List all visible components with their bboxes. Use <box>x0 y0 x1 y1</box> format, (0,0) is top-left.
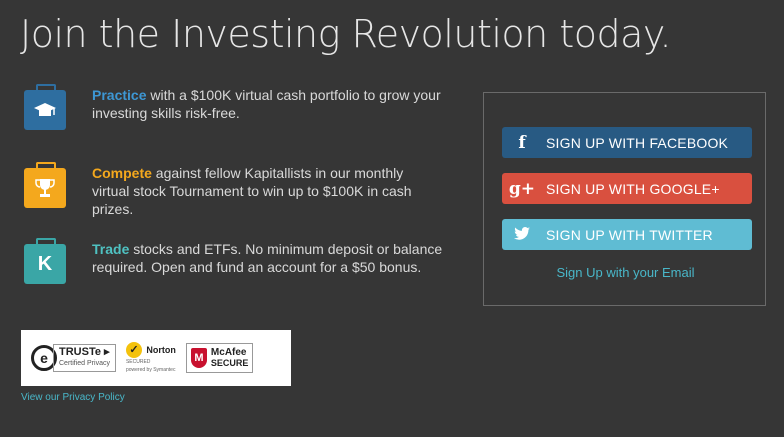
feature-trade: K Trade stocks and ETFs. No minimum depo… <box>24 238 444 286</box>
twitter-signup-button[interactable]: SIGN UP WITH TWITTER <box>502 219 752 250</box>
email-signup-link[interactable]: Sign Up with your Email <box>484 265 767 280</box>
feature-compete-keyword: Compete <box>92 165 152 181</box>
norton-check-icon: ✓ <box>125 342 142 358</box>
google-signup-button[interactable]: g+ SIGN UP WITH GOOGLE+ <box>502 173 752 204</box>
trust-badges: e TRUSTe ▸ Certified Privacy ✓ Norton SE… <box>21 330 291 386</box>
feature-practice-text: Practice with a $100K virtual cash portf… <box>92 86 444 122</box>
norton-title: Norton <box>146 345 176 355</box>
feature-trade-description: stocks and ETFs. No minimum deposit or b… <box>92 241 443 275</box>
k-letter-icon: K <box>24 238 66 286</box>
feature-compete-text: Compete against fellow Kapitallists in o… <box>92 164 444 218</box>
truste-subtitle: Certified Privacy <box>59 360 110 367</box>
feature-practice: Practice with a $100K virtual cash portf… <box>24 84 444 132</box>
google-plus-icon: g+ <box>508 178 536 199</box>
feature-compete: Compete against fellow Kapitallists in o… <box>24 162 444 218</box>
norton-secured: SECURED <box>125 359 151 365</box>
twitter-bird-icon <box>502 225 542 245</box>
trophy-icon <box>24 162 66 210</box>
twitter-signup-label: SIGN UP WITH TWITTER <box>546 226 713 243</box>
mcafee-badge[interactable]: M McAfee SECURE <box>185 343 254 373</box>
mcafee-shield-icon: M <box>190 348 207 368</box>
feature-trade-keyword: Trade <box>92 241 130 257</box>
facebook-icon: f <box>518 132 526 153</box>
signup-panel: f SIGN UP WITH FACEBOOK g+ SIGN UP WITH … <box>483 92 766 306</box>
norton-badge[interactable]: ✓ Norton SECURED powered by Symantec <box>125 342 176 374</box>
feature-trade-text: Trade stocks and ETFs. No minimum deposi… <box>92 240 444 276</box>
norton-powered-by: powered by Symantec <box>125 367 176 373</box>
google-signup-label: SIGN UP WITH GOOGLE+ <box>546 180 720 197</box>
page-headline: Join the Investing Revolution today. <box>20 12 672 56</box>
truste-badge[interactable]: e TRUSTe ▸ Certified Privacy <box>31 344 116 372</box>
truste-title: TRUSTe ▸ <box>59 346 110 358</box>
facebook-signup-label: SIGN UP WITH FACEBOOK <box>546 134 729 151</box>
mcafee-title: McAfee <box>210 347 247 358</box>
facebook-signup-button[interactable]: f SIGN UP WITH FACEBOOK <box>502 127 752 158</box>
feature-practice-keyword: Practice <box>92 87 147 103</box>
privacy-policy-link[interactable]: View our Privacy Policy <box>21 392 125 403</box>
mcafee-secure: SECURE <box>210 358 249 368</box>
graduation-cap-icon <box>24 84 66 132</box>
